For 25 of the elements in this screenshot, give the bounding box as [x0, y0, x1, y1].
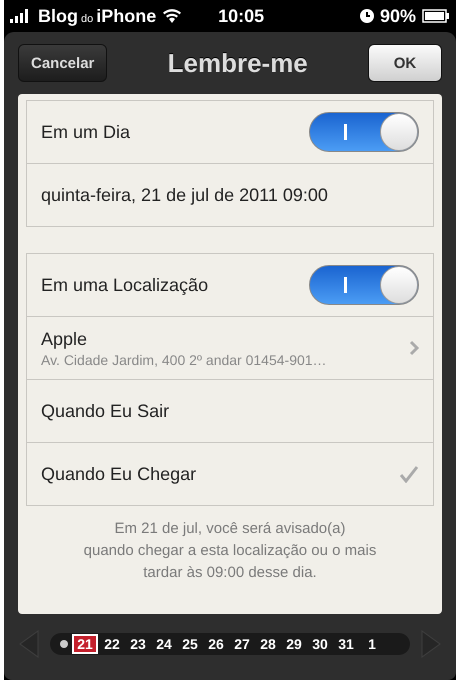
day-button[interactable]: 26	[206, 636, 226, 652]
screen-title: Lembre-me	[168, 48, 308, 78]
date-row[interactable]: quinta-feira, 21 de jul de 2011 09:00	[27, 163, 433, 226]
day-button[interactable]: 23	[128, 636, 148, 652]
day-button[interactable]: 22	[102, 636, 122, 652]
day-button[interactable]: 28	[258, 636, 278, 652]
status-time: 10:05	[217, 6, 266, 26]
day-button[interactable]: 29	[284, 636, 304, 652]
day-button[interactable]: 25	[180, 636, 200, 652]
carrier-name: Blog do iPhone	[38, 6, 156, 26]
day-button[interactable]: 30	[310, 636, 330, 652]
cancel-button[interactable]: Cancelar	[18, 44, 108, 82]
row-label: Em um Dia	[41, 122, 130, 142]
day-button[interactable]: 24	[154, 636, 174, 652]
option-row[interactable]: Quando Eu Chegar	[27, 442, 433, 505]
ok-button[interactable]: OK	[368, 44, 442, 82]
day-button[interactable]: 1	[362, 636, 382, 652]
day-button[interactable]: 21	[74, 636, 96, 652]
battery-percent: 90%	[380, 6, 416, 26]
day-button[interactable]: 27	[232, 636, 252, 652]
location-row[interactable]: Apple Av. Cidade Jardim, 400 2º andar 01454-901…	[27, 316, 433, 379]
footer-note: Em 21 de jul, você será avisado(a) quando chegar a esta localização ou o mais tardar às 09:00 desse dia.	[82, 519, 378, 583]
day-button[interactable]: 31	[336, 636, 356, 652]
option-row[interactable]: Quando Eu Sair	[27, 379, 433, 442]
row-label: Em uma Localização	[41, 274, 208, 296]
